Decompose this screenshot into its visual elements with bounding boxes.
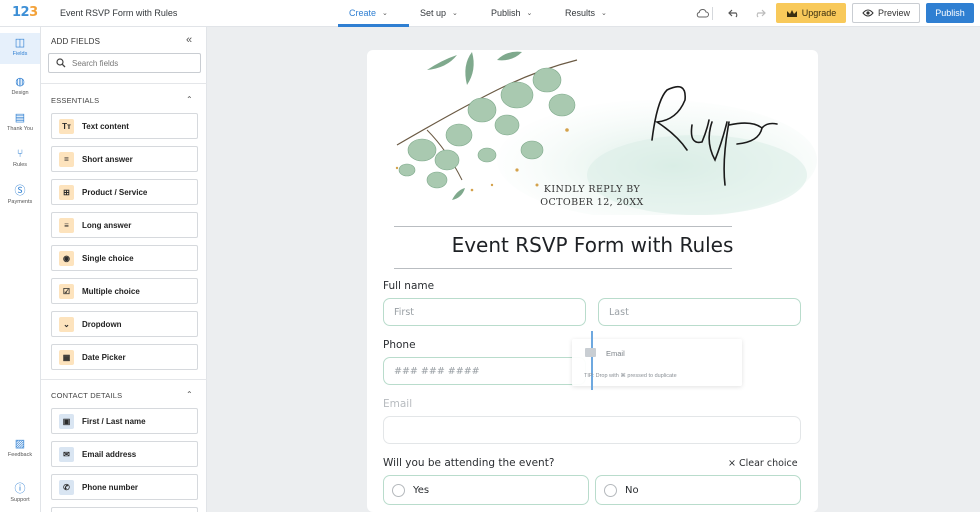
chevron-up-icon[interactable]: ⌃ xyxy=(186,95,193,104)
form-card: KINDLY REPLY BY OCTOBER 12, 20XX Event R… xyxy=(367,50,818,512)
field-single-choice[interactable]: ◉ Single choice xyxy=(51,245,198,271)
top-bar: 123 Event RSVP Form with Rules Create ⌄ S… xyxy=(0,0,980,27)
form-title[interactable]: Event RSVP Form with Rules xyxy=(60,8,177,18)
add-fields-panel: ADD FIELDS « Search fields ESSENTIALS ⌃ … xyxy=(41,27,207,512)
field-long-answer[interactable]: ≡ Long answer xyxy=(51,212,198,238)
rail-item-design[interactable]: ◍ Design xyxy=(0,76,40,96)
attend-option-yes[interactable]: Yes xyxy=(383,475,589,505)
dollar-icon: Ⓢ xyxy=(14,185,26,197)
checkbox-icon: ☑ xyxy=(59,283,74,299)
long-answer-icon: ≡ xyxy=(59,217,74,233)
left-rail: ◫ Fields ◍ Design ▤ Thank You ⑂ Rules Ⓢ … xyxy=(0,27,41,512)
phone-label: Phone xyxy=(383,339,416,351)
collapse-panel-icon[interactable]: « xyxy=(186,34,192,46)
rail-item-thank-you[interactable]: ▤ Thank You xyxy=(0,112,40,132)
field-date-picker[interactable]: ▦ Date Picker xyxy=(51,344,198,370)
thank-you-icon: ▤ xyxy=(14,112,26,124)
last-name-input[interactable]: Last xyxy=(598,298,801,326)
email-icon xyxy=(585,348,596,357)
phone-icon: ✆ xyxy=(59,479,74,495)
field-short-answer[interactable]: = Short answer xyxy=(51,146,198,172)
attend-option-no[interactable]: No xyxy=(595,475,801,505)
chevron-down-icon: ⌄ xyxy=(382,10,388,17)
tab-setup[interactable]: Set up ⌄ xyxy=(420,8,458,18)
dropdown-icon: ⌄ xyxy=(59,316,74,332)
undo-icon[interactable] xyxy=(727,6,741,20)
title-rule-top xyxy=(394,226,732,227)
section-contact-title: CONTACT DETAILS xyxy=(51,391,123,400)
redo-icon[interactable] xyxy=(753,6,767,20)
clear-choice-link[interactable]: × Clear choice xyxy=(728,458,798,469)
palette-icon: ◍ xyxy=(15,76,25,88)
fields-icon: ◫ xyxy=(14,37,26,49)
form-main-title[interactable]: Event RSVP Form with Rules xyxy=(367,233,818,257)
field-dropdown[interactable]: ⌄ Dropdown xyxy=(51,311,198,337)
help-icon: ⓘ xyxy=(14,483,26,495)
drag-preview-label: Email xyxy=(606,349,625,358)
section-essentials-title: ESSENTIALS xyxy=(51,96,100,105)
email-label: Email xyxy=(383,398,413,410)
cart-icon: ⊞ xyxy=(59,184,74,200)
reply-by-text: KINDLY REPLY BY OCTOBER 12, 20XX xyxy=(540,184,644,208)
field-text-content[interactable]: Tт Text content xyxy=(51,113,198,139)
drop-indicator-line xyxy=(591,331,593,390)
upgrade-button[interactable]: Upgrade xyxy=(776,3,846,23)
field-phone-number[interactable]: ✆ Phone number xyxy=(51,474,198,500)
chevron-up-icon[interactable]: ⌃ xyxy=(186,390,193,399)
rail-item-payments[interactable]: Ⓢ Payments xyxy=(0,185,40,205)
chevron-down-icon: ⌄ xyxy=(526,10,533,17)
phone-input[interactable]: ### ### #### xyxy=(383,357,586,385)
radio-button[interactable] xyxy=(392,483,405,497)
tab-results[interactable]: Results ⌄ xyxy=(565,8,607,18)
tab-create[interactable]: Create ⌄ xyxy=(349,8,388,18)
rail-item-rules[interactable]: ⑂ Rules xyxy=(0,148,40,168)
email-icon: ✉ xyxy=(59,446,74,462)
rail-item-feedback[interactable]: ▨ Feedback xyxy=(0,438,40,458)
toolbar-divider xyxy=(712,7,713,20)
publish-button[interactable]: Publish xyxy=(926,3,974,23)
calendar-icon: ▦ xyxy=(59,349,74,365)
drag-tip-text: TIP: Drop with ⌘ pressed to duplicate xyxy=(584,373,677,379)
text-icon: Tт xyxy=(59,118,74,134)
name-icon: ▣ xyxy=(59,413,74,429)
short-answer-icon: = xyxy=(59,151,74,167)
preview-button[interactable]: Preview xyxy=(852,3,920,23)
search-fields-input[interactable]: Search fields xyxy=(48,53,201,73)
rules-icon: ⑂ xyxy=(16,148,24,160)
panel-title: ADD FIELDS xyxy=(51,37,101,46)
feedback-icon: ▨ xyxy=(14,438,26,450)
cloud-icon[interactable] xyxy=(695,6,709,20)
eye-icon xyxy=(862,9,874,17)
email-input[interactable] xyxy=(383,416,801,444)
chevron-down-icon: ⌄ xyxy=(452,10,458,17)
field-product-service[interactable]: ⊞ Product / Service xyxy=(51,179,198,205)
field-next-partial[interactable] xyxy=(51,507,198,512)
field-email-address[interactable]: ✉ Email address xyxy=(51,441,198,467)
section-divider xyxy=(41,379,207,380)
chevron-down-icon: ⌄ xyxy=(601,10,607,17)
tab-publish[interactable]: Publish ⌄ xyxy=(491,8,532,18)
title-rule-bottom xyxy=(394,268,732,269)
first-name-input[interactable]: First xyxy=(383,298,586,326)
rail-item-support[interactable]: ⓘ Support xyxy=(0,483,40,503)
rail-item-fields[interactable]: ◫ Fields xyxy=(0,33,40,64)
radio-icon: ◉ xyxy=(59,250,74,266)
attendance-question-label: Will you be attending the event? xyxy=(383,457,555,469)
full-name-label: Full name xyxy=(383,280,435,292)
field-multiple-choice[interactable]: ☑ Multiple choice xyxy=(51,278,198,304)
app-logo[interactable]: 123 xyxy=(12,5,38,20)
search-icon xyxy=(56,58,66,68)
radio-button[interactable] xyxy=(604,483,617,497)
section-divider xyxy=(41,83,207,84)
field-first-last-name[interactable]: ▣ First / Last name xyxy=(51,408,198,434)
crown-icon xyxy=(786,9,797,17)
